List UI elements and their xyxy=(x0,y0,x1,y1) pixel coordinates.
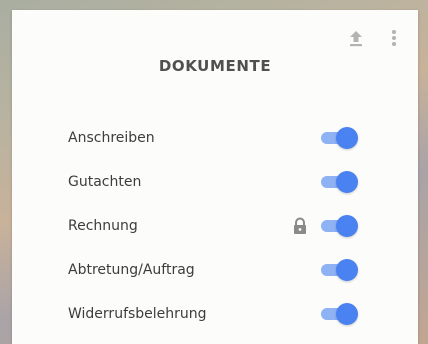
document-row-rechnung: Rechnung xyxy=(68,214,358,238)
lock-icon xyxy=(292,217,308,235)
more-vertical-icon[interactable] xyxy=(384,28,404,48)
document-toggle[interactable] xyxy=(320,215,358,237)
document-label: Rechnung xyxy=(68,218,138,234)
documents-panel: DOKUMENTE Anschreiben Gutachten Rechnung xyxy=(12,10,418,344)
toggle-knob xyxy=(336,303,358,325)
toggle-knob xyxy=(336,259,358,281)
document-toggle[interactable] xyxy=(320,259,358,281)
document-label: Anschreiben xyxy=(68,130,155,146)
document-row-abtretung-auftrag: Abtretung/Auftrag xyxy=(68,258,358,282)
document-label: Widerrufsbelehrung xyxy=(68,306,207,322)
document-label: Abtretung/Auftrag xyxy=(68,262,195,278)
document-toggle[interactable] xyxy=(320,127,358,149)
toggle-knob xyxy=(336,127,358,149)
document-toggle[interactable] xyxy=(320,303,358,325)
document-row-anschreiben: Anschreiben xyxy=(68,126,358,150)
toggle-knob xyxy=(336,215,358,237)
document-row-widerrufsbelehrung: Widerrufsbelehrung xyxy=(68,302,358,326)
document-toggle[interactable] xyxy=(320,171,358,193)
panel-actions xyxy=(346,28,404,48)
panel-title: DOKUMENTE xyxy=(158,57,272,75)
upload-icon[interactable] xyxy=(346,28,366,48)
toggle-knob xyxy=(336,171,358,193)
document-row-gutachten: Gutachten xyxy=(68,170,358,194)
document-label: Gutachten xyxy=(68,174,142,190)
